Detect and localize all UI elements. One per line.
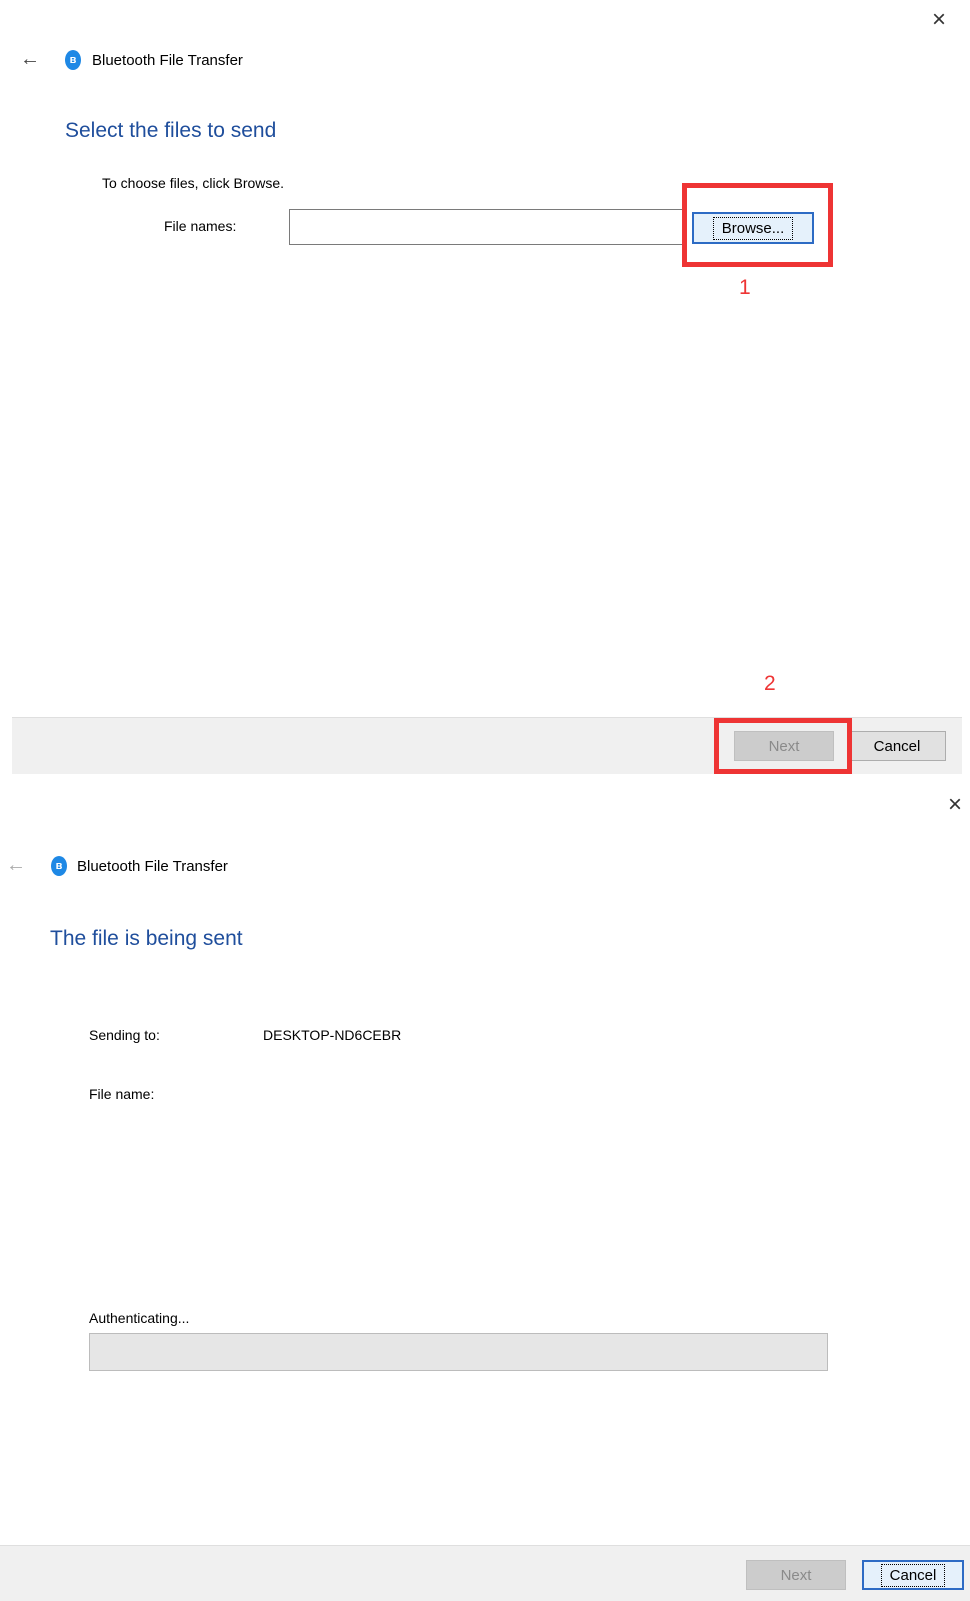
bluetooth-icon: ʙ <box>65 50 81 70</box>
cancel-button-label: Cancel <box>880 1563 946 1587</box>
page-title: Select the files to send <box>65 119 277 142</box>
close-icon[interactable]: × <box>932 8 946 32</box>
status-text: Authenticating... <box>89 1310 190 1326</box>
app-title: Bluetooth File Transfer <box>92 52 243 69</box>
annotation-number-2: 2 <box>764 672 776 695</box>
back-arrow-icon[interactable]: ← <box>20 49 40 69</box>
page-title: The file is being sent <box>50 927 243 950</box>
close-icon[interactable]: × <box>948 793 962 817</box>
cancel-button[interactable]: Cancel <box>848 731 946 761</box>
file-name-label: File name: <box>89 1086 155 1102</box>
annotation-number-1: 1 <box>739 276 751 299</box>
file-names-input[interactable] <box>289 209 683 245</box>
sending-to-label: Sending to: <box>89 1027 160 1043</box>
cancel-button[interactable]: Cancel <box>862 1560 964 1590</box>
app-title: Bluetooth File Transfer <box>77 858 228 875</box>
next-button[interactable]: Next <box>746 1560 846 1590</box>
progress-bar <box>89 1333 828 1371</box>
annotation-box-1 <box>682 183 833 267</box>
annotation-box-2 <box>714 718 852 774</box>
bluetooth-icon: ʙ <box>51 856 67 876</box>
instruction-text: To choose files, click Browse. <box>102 175 285 191</box>
sending-to-value: DESKTOP-ND6CEBR <box>263 1027 402 1043</box>
back-arrow-icon: ← <box>6 854 26 876</box>
file-names-label: File names: <box>164 218 237 234</box>
